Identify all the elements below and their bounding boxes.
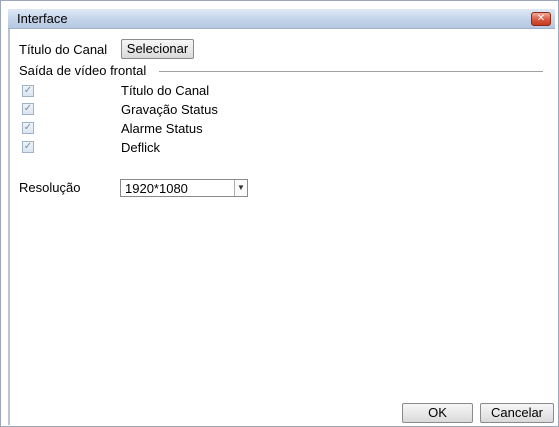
title-bar[interactable]: Interface ✕ [8, 9, 555, 29]
option-channel-title-label: Título do Canal [121, 83, 210, 98]
option-deflick-label: Deflick [121, 140, 161, 155]
channel-title-label: Título do Canal [19, 42, 108, 57]
interface-window: Interface ✕ Título do Canal Selecionar S… [0, 0, 559, 427]
check-icon: ✓ [23, 85, 33, 96]
check-icon: ✓ [23, 141, 33, 152]
close-button[interactable]: ✕ [531, 12, 551, 26]
ok-button[interactable]: OK [402, 403, 473, 423]
checkbox-recording-status[interactable]: ✓ [22, 103, 34, 115]
resolution-value: 1920*1080 [125, 181, 188, 196]
close-icon: ✕ [536, 13, 546, 24]
option-alarm-status-label: Alarme Status [121, 121, 203, 136]
checkbox-deflick[interactable]: ✓ [22, 141, 34, 153]
cancel-button[interactable]: Cancelar [480, 403, 554, 423]
window-title: Interface [17, 11, 68, 26]
dropdown-arrow-icon[interactable]: ▼ [234, 180, 247, 196]
checkbox-channel-title[interactable]: ✓ [22, 85, 34, 97]
check-icon: ✓ [23, 122, 33, 133]
checkbox-alarm-status[interactable]: ✓ [22, 122, 34, 134]
front-output-group-label: Saída de vídeo frontal [19, 63, 147, 78]
check-icon: ✓ [23, 103, 33, 114]
resolution-label: Resolução [19, 180, 81, 195]
window-edge [8, 29, 10, 425]
select-channel-title-button[interactable]: Selecionar [121, 39, 194, 59]
resolution-select[interactable]: 1920*1080 ▼ [120, 179, 248, 197]
option-recording-status-label: Gravação Status [121, 102, 218, 117]
group-divider [159, 71, 543, 72]
